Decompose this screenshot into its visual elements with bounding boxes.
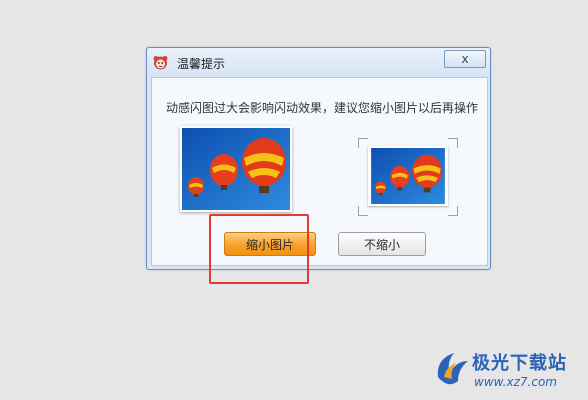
watermark-url: www.xz7.com xyxy=(474,375,557,389)
dialog-title: 温馨提示 xyxy=(177,57,226,71)
resized-image-preview xyxy=(358,138,458,216)
highlight-annotation xyxy=(209,214,309,284)
crop-corner-bottom-right xyxy=(448,206,458,216)
crop-corner-top-right xyxy=(448,138,458,148)
app-logo-icon xyxy=(153,56,168,70)
resized-image-frame xyxy=(368,146,448,206)
resize-prompt-dialog: 温馨提示 x 动感闪图过大会影响闪动效果，建议您缩小图片以后再操作 缩小图片 不… xyxy=(146,47,491,270)
close-button[interactable]: x xyxy=(444,50,486,68)
watermark-title: 极光下载站 xyxy=(472,353,567,374)
dialog-titlebar[interactable]: 温馨提示 x xyxy=(147,48,490,77)
close-icon: x xyxy=(461,52,469,66)
dialog-message: 动感闪图过大会影响闪动效果，建议您缩小图片以后再操作 xyxy=(166,101,479,115)
no-shrink-button[interactable]: 不缩小 xyxy=(338,232,426,256)
dialog-content: 动感闪图过大会影响闪动效果，建议您缩小图片以后再操作 缩小图片 不缩小 xyxy=(151,77,488,266)
watermark-logo-icon xyxy=(437,353,468,385)
original-image-preview xyxy=(180,126,292,212)
balloons-image-icon xyxy=(182,128,290,210)
crop-corner-top-left xyxy=(358,138,368,148)
site-watermark: 极光下载站 www.xz7.com xyxy=(432,347,588,397)
crop-corner-bottom-left xyxy=(358,206,368,216)
balloons-image-small-icon xyxy=(371,148,445,204)
